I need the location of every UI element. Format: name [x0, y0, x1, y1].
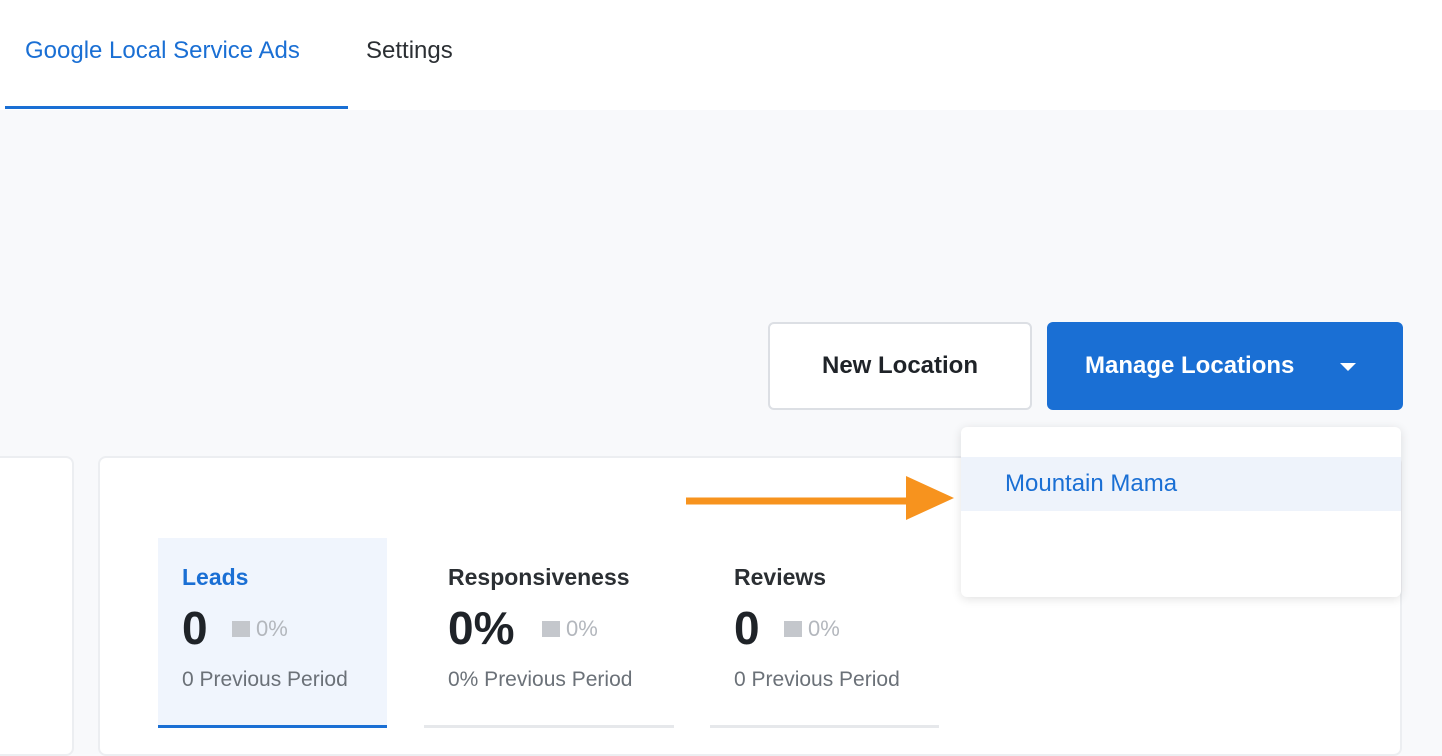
manage-locations-dropdown: Mountain Mama [961, 427, 1401, 597]
new-location-label: New Location [821, 352, 978, 379]
stat-previous-period: 0% Previous Period [448, 668, 633, 691]
stat-previous-period: 0 Previous Period [734, 668, 900, 691]
stat-title: Reviews [734, 564, 827, 590]
side-card [0, 456, 74, 756]
tab-google-local-service-ads[interactable]: Google Local Service Ads [25, 36, 300, 66]
stat-title: Leads [182, 564, 249, 590]
stat-change-value: 0% [256, 616, 288, 641]
top-navigation: Google Local Service Ads Settings [0, 0, 1442, 110]
neutral-square-icon [542, 621, 560, 637]
dropdown-item-mountain-mama[interactable]: Mountain Mama [961, 457, 1401, 511]
stat-tab-leads[interactable]: Leads 0 0% 0 Previous Period [158, 538, 387, 728]
arrow-right-icon [686, 476, 954, 520]
stat-change-value: 0% [808, 616, 840, 641]
stat-change: 0% [784, 616, 840, 642]
stat-change: 0% [542, 616, 598, 642]
stat-tab-reviews[interactable]: Reviews 0 0% 0 Previous Period [710, 538, 939, 728]
stat-value: 0 [182, 602, 208, 654]
manage-locations-label: Manage Locations [1085, 352, 1295, 379]
active-tab-indicator [5, 106, 348, 109]
stat-change-value: 0% [566, 616, 598, 641]
stat-title: Responsiveness [448, 564, 630, 590]
stat-value: 0% [448, 602, 515, 654]
manage-locations-button[interactable]: Manage Locations [1047, 322, 1403, 410]
stat-change: 0% [232, 616, 288, 642]
stat-value: 0 [734, 602, 760, 654]
stat-previous-period: 0 Previous Period [182, 668, 348, 691]
stat-tab-responsiveness[interactable]: Responsiveness 0% 0% 0% Previous Period [424, 538, 674, 728]
neutral-square-icon [232, 621, 250, 637]
neutral-square-icon [784, 621, 802, 637]
caret-down-icon [1340, 363, 1356, 371]
new-location-button[interactable]: New Location [768, 322, 1032, 410]
tab-settings[interactable]: Settings [366, 36, 453, 66]
